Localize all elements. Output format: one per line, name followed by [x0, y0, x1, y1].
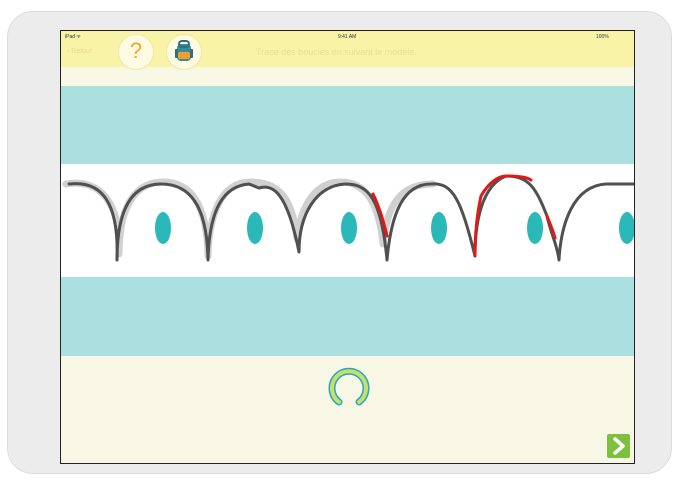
guide-dot: [247, 212, 263, 244]
clock: 9:41 AM: [338, 34, 357, 40]
guide-dot: [527, 212, 543, 244]
next-button[interactable]: [607, 434, 630, 458]
tracing-area[interactable]: [61, 164, 634, 277]
chevron-right-icon: [613, 437, 625, 455]
app-screen: iPad ᯤ 9:41 AM 100% ‹ Retour Trace des b…: [60, 30, 635, 464]
guide-dot: [619, 212, 634, 244]
help-button[interactable]: ?: [118, 34, 154, 70]
backpack-icon: [175, 40, 193, 61]
page-title: Trace des boucles en suivant le modèle.: [256, 47, 417, 57]
guide-dot: [341, 212, 357, 244]
guide-dot: [155, 212, 171, 244]
loops-drawing: [62, 174, 634, 262]
top-guide-band: [61, 86, 634, 164]
bottom-guide-band: [61, 277, 634, 356]
back-button[interactable]: ‹ Retour: [67, 48, 92, 55]
guide-dot: [431, 212, 447, 244]
carrier: iPad ᯤ: [65, 34, 81, 40]
error-stroke-2: [473, 174, 533, 258]
progress-ring-icon: [328, 367, 370, 406]
question-mark-icon: ?: [129, 38, 143, 63]
battery-level: 100%: [596, 34, 609, 40]
backpack-button[interactable]: [166, 34, 202, 70]
